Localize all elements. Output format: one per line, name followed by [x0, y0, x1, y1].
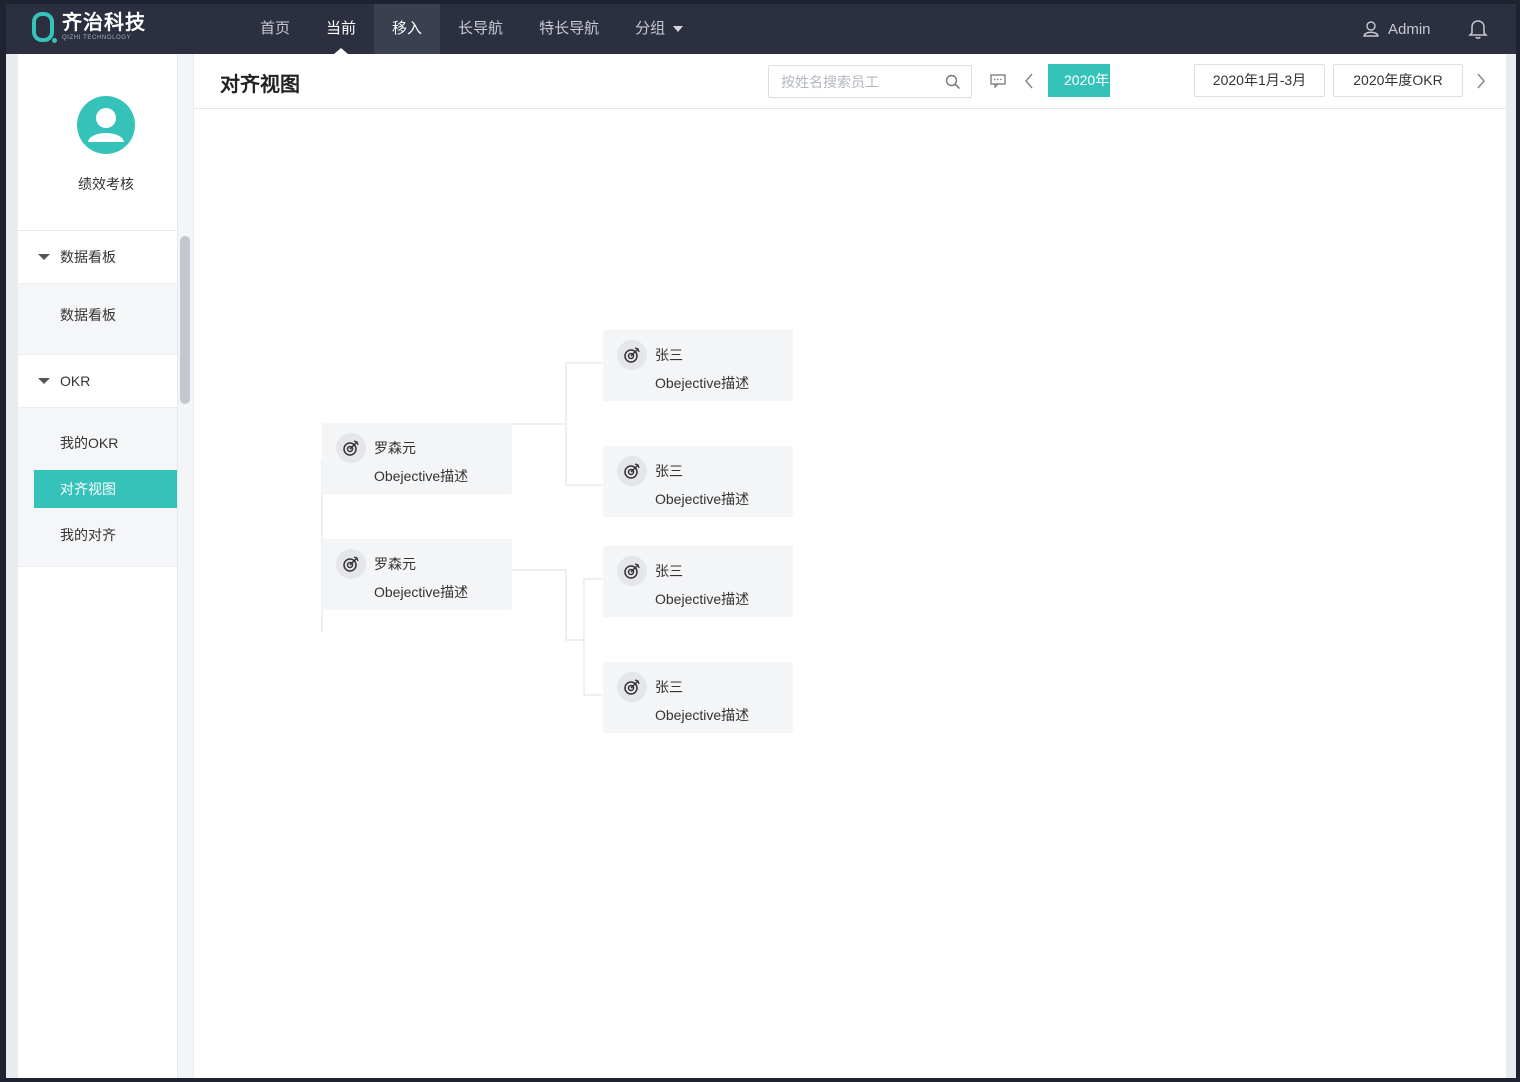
year-selector[interactable]: 2020年 — [1048, 64, 1110, 97]
target-icon — [617, 456, 647, 486]
nav-item-group[interactable]: 分组 — [617, 4, 701, 54]
nav-item-extra-long-nav[interactable]: 特长导航 — [521, 4, 617, 54]
nav-item-current[interactable]: 当前 — [308, 4, 374, 54]
profile-name: 绩效考核 — [78, 176, 134, 192]
user-avatar-icon — [88, 108, 124, 142]
tree-node-child[interactable]: 张三 Obejective描述 — [603, 330, 793, 401]
search-icon[interactable] — [945, 74, 961, 90]
node-owner-name: 张三 — [655, 463, 683, 479]
brand-name: 齐治科技 — [62, 12, 146, 34]
main-panel: 对齐视图 2020年 2020年1月-3月 2020年度OKR — [194, 54, 1506, 1078]
main-header: 对齐视图 2020年 2020年1月-3月 2020年度OKR — [194, 54, 1506, 109]
sidebar-group-dashboard[interactable]: 数据看板 — [18, 231, 177, 283]
sidebar: 绩效考核 数据看板 数据看板 OKR 我的OKR 对齐视图 我的对齐 — [18, 54, 178, 1078]
employee-search — [768, 65, 972, 98]
caret-down-icon — [673, 26, 684, 33]
tree-node-parent[interactable]: 罗森元 Obejective描述 — [322, 423, 512, 494]
chevron-left-icon[interactable] — [1024, 72, 1034, 90]
nav-item-long-nav[interactable]: 长导航 — [440, 4, 521, 54]
target-icon — [617, 672, 647, 702]
brand-logo[interactable]: 齐治科技 QIZHI TECHNOLOGY — [32, 12, 146, 43]
alignment-tree-canvas: 罗森元 Obejective描述 罗森元 Obejective描述 张三 Obe… — [194, 110, 1506, 1078]
sidebar-scrollbar[interactable] — [180, 236, 190, 404]
tree-node-child[interactable]: 张三 Obejective描述 — [603, 662, 793, 733]
node-owner-name: 罗森元 — [374, 556, 416, 572]
nav-item-group-label: 分组 — [635, 20, 666, 37]
target-icon — [336, 549, 366, 579]
sidebar-scroll-track — [177, 54, 193, 1078]
top-navigation-bar: 齐治科技 QIZHI TECHNOLOGY 首页 当前 移入 长导航 特长导航 … — [6, 4, 1516, 54]
node-owner-name: 张三 — [655, 679, 683, 695]
logo-mark-icon — [32, 12, 57, 43]
user-icon — [1363, 21, 1379, 37]
tree-node-parent[interactable]: 罗森元 Obejective描述 — [322, 539, 512, 610]
app-window: 齐治科技 QIZHI TECHNOLOGY 首页 当前 移入 长导航 特长导航 … — [6, 4, 1516, 1078]
target-icon — [617, 556, 647, 586]
sidebar-group-okr[interactable]: OKR — [18, 355, 177, 407]
user-name: Admin — [1388, 20, 1431, 38]
bell-icon[interactable] — [1468, 18, 1488, 40]
node-objective: Obejective描述 — [655, 707, 750, 723]
comment-icon[interactable] — [990, 74, 1006, 88]
user-menu[interactable]: Admin — [1362, 4, 1431, 54]
period-quarter[interactable]: 2020年1月-3月 — [1194, 64, 1325, 97]
chevron-right-icon[interactable] — [1476, 72, 1486, 90]
sidebar-item-my-alignment[interactable]: 我的对齐 — [18, 516, 177, 554]
search-input[interactable] — [769, 66, 939, 97]
target-icon — [617, 340, 647, 370]
period-annual[interactable]: 2020年度OKR — [1333, 64, 1463, 97]
node-objective: Obejective描述 — [374, 584, 469, 600]
target-icon — [336, 433, 366, 463]
sidebar-item-dashboard[interactable]: 数据看板 — [18, 296, 177, 334]
page-title: 对齐视图 — [220, 74, 300, 96]
nav-item-move-in[interactable]: 移入 — [374, 4, 441, 54]
main-nav: 首页 当前 移入 长导航 特长导航 分组 — [242, 4, 701, 54]
tree-node-child[interactable]: 张三 Obejective描述 — [603, 446, 793, 517]
node-objective: Obejective描述 — [655, 591, 750, 607]
nav-item-home[interactable]: 首页 — [242, 4, 308, 54]
brand-name-en: QIZHI TECHNOLOGY — [62, 35, 132, 41]
node-objective: Obejective描述 — [655, 491, 750, 507]
node-owner-name: 张三 — [655, 347, 683, 363]
node-objective: Obejective描述 — [374, 468, 469, 484]
sidebar-menu: 数据看板 数据看板 OKR 我的OKR 对齐视图 我的对齐 — [18, 231, 177, 567]
avatar[interactable] — [77, 96, 135, 154]
sidebar-item-alignment-view[interactable]: 对齐视图 — [34, 470, 177, 508]
node-owner-name: 张三 — [655, 563, 683, 579]
node-owner-name: 罗森元 — [374, 440, 416, 456]
profile-card: 绩效考核 — [18, 54, 177, 231]
tree-node-child[interactable]: 张三 Obejective描述 — [603, 546, 793, 617]
sidebar-item-my-okr[interactable]: 我的OKR — [18, 424, 177, 462]
node-objective: Obejective描述 — [655, 375, 750, 391]
